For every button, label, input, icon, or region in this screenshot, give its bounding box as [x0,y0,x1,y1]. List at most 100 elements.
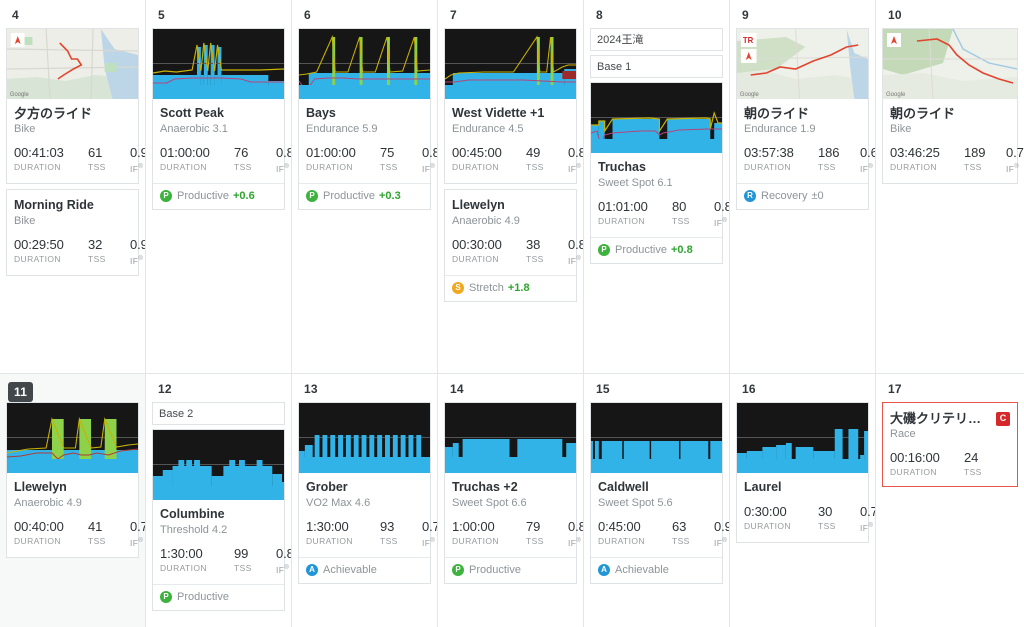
metric-duration: 01:00:00 DURATION [306,145,368,175]
duration-value: 00:30:00 [452,236,502,252]
race-card[interactable]: 大磯クリテリウ… C Race 00:16:00 DURATION 24 TSS [882,402,1018,487]
if-label: IF® [130,537,144,548]
calendar-day-cell[interactable]: 14 Truchas +2 Sweet Spot 6.6 1:00:00 DURATIO… [438,374,584,627]
day-number-label: 10 [888,8,902,22]
workout-title: Bays [306,106,336,120]
calendar-day-cell[interactable]: 11 Llewelyn Anaerobic 4.9 00:40:00 DURATION 4… [0,374,146,627]
tss-value: 63 [672,519,687,534]
calendar-annotation[interactable]: Base 2 [152,402,285,425]
workout-card[interactable]: Bays Endurance 5.9 01:00:00 DURATION 75 TSS 0.… [298,28,437,210]
metric-tss: 76 TSS [234,145,264,175]
metric-tss: 99 TSS [234,546,264,576]
workout-metrics: 00:41:03 DURATION 61 TSS 0.94 IF® [14,145,145,175]
level-label: Achievable [615,563,669,576]
calendar-annotation[interactable]: Base 1 [590,55,723,78]
tss-value: 49 [526,145,541,160]
workout-card[interactable]: Laurel 0:30:00 DURATION 30 TSS 0.78 IF® [736,402,875,543]
day-number: 5 [152,0,285,28]
tss-label: TSS [88,162,106,172]
day-number: 15 [590,374,723,402]
level-label: Stretch [469,281,504,294]
metric-duration: 00:40:00 DURATION [14,519,76,549]
day-number: 12 [152,374,285,402]
workout-card[interactable]: West Vidette +1 Endurance 4.5 00:45:00 DURA… [444,28,583,184]
workout-title-row: Truchas [598,160,715,175]
calendar-day-cell[interactable]: 17 大磯クリテリウ… C Race 00:16:00 DURATION 24 TSS [876,374,1024,627]
day-number-label: 17 [888,382,902,396]
workout-card[interactable]: Google 朝のライド Bike 03:46:25 DURATION 189 TSS 0.7… [882,28,1024,184]
workout-subtitle: VO2 Max 4.6 [306,497,371,509]
calendar-day-cell[interactable]: 7 West Vidette +1 Endurance 4.5 00:45:00 DUR… [438,0,584,373]
metric-if: 0.88 IF® [568,237,583,267]
calendar-day-cell[interactable]: 12 Base 2 Columbine Threshold 4.2 1:30:00 DUR… [146,374,292,627]
workout-title: West Vidette +1 [452,106,545,120]
workout-subtitle: Anaerobic 4.9 [14,497,82,509]
if-label: IF® [714,217,728,228]
workout-card[interactable]: Grober VO2 Max 4.6 1:30:00 DURATION 93 TSS 0.7… [298,402,437,584]
workout-subtitle: Bike [890,123,912,135]
workout-title: 朝のライド [744,106,810,121]
if-label: IF® [130,163,144,174]
workout-subtitle: Bike [14,123,36,135]
calendar-day-cell[interactable]: 6 Bays Endurance 5.9 01:00:00 DURATION 75 TSS 0… [292,0,438,373]
metric-duration: 01:00:00 DURATION [160,145,222,175]
workout-title: Scott Peak [160,106,224,120]
workout-card[interactable]: Google 夕方のライド Bike 00:41:03 DURATION 61 TSS 0.9… [6,28,145,184]
workout-card[interactable]: Llewelyn Anaerobic 4.9 00:40:00 DURATION 41 T… [6,402,145,558]
day-number-label: 14 [450,382,464,396]
workout-card[interactable]: Scott Peak Anaerobic 3.1 01:00:00 DURATION 7… [152,28,291,210]
metric-duration: 00:45:00 DURATION [452,145,514,175]
level-label: Recovery [761,189,808,202]
workout-card[interactable]: Truchas Sweet Spot 6.1 01:01:00 DURATION 80 T… [590,82,729,264]
if-label: IF® [860,522,874,533]
metric-tss: 32 TSS [88,237,118,267]
metric-tss: 189 TSS [964,145,994,175]
day-number: 6 [298,0,431,28]
level-achievable-icon: A [306,563,318,576]
if-value: 0.78 [860,504,875,519]
adaptation-footer: A Achievable [591,556,722,583]
workout-card[interactable]: Columbine Threshold 4.2 1:30:00 DURATION 99 T… [152,429,291,611]
calendar-day-cell[interactable]: 4 Google 夕方のライド Bike 00:41:03 DURATION 61 TSS 0.… [0,0,146,373]
workout-card[interactable]: Morning Ride Bike 00:29:50DURATION 32TSS 0.9… [6,188,145,276]
calendar-day-cell[interactable]: 13 Grober VO2 Max 4.6 1:30:00 DURATION 93 TSS 0… [292,374,438,627]
calendar-day-cell[interactable]: 10 Google 朝のライド Bike 03:46:25 DURATION 189 TSS 0… [876,0,1024,373]
duration-label: DURATION [452,253,499,264]
if-value: 0.78 [130,519,145,534]
level-achievable-icon: A [598,563,610,576]
duration-value: 01:01:00 [598,199,648,214]
anaerobic-chart-thumb [153,29,284,99]
tss-value: 75 [380,145,395,160]
svg-text:Google: Google [10,92,30,98]
metric-if: 0.68 IF® [860,145,875,175]
metric-duration: 1:30:00 DURATION [160,546,222,576]
calendar-annotation[interactable]: 2024王滝 [590,28,723,51]
day-number-label: 16 [742,382,756,396]
tss-value: 80 [672,199,687,214]
duration-label: DURATION [890,162,937,172]
calendar-day-cell[interactable]: 8 2024王滝 Base 1 Truchas Sweet Spot 6.1 01:01:… [584,0,730,373]
workout-card[interactable]: Caldwell Sweet Spot 5.6 0:45:00 DURATION 63 T… [590,402,729,584]
if-label: IF® [714,537,728,548]
duration-label: DURATION [306,162,353,172]
workout-card[interactable]: Truchas +2 Sweet Spot 6.6 1:00:00 DURATION 7… [444,402,583,584]
calendar-day-cell[interactable]: 9 TR Google 朝のライド Endurance 1.9 03:57:38 DURAT… [730,0,876,373]
day-number: 14 [444,374,577,402]
metric-if: 0.81 IF® [276,546,291,576]
duration-label: DURATION [14,536,61,546]
tss-label: TSS [672,536,690,546]
workout-title-row: Truchas +2 [452,480,569,495]
workout-card[interactable]: Llewelyn Anaerobic 4.9 00:30:00 DURATION 38 T… [444,188,583,302]
metric-tss: 186 TSS [818,145,848,175]
workout-title-row: Caldwell [598,480,715,495]
workout-card[interactable]: TR Google 朝のライド Endurance 1.9 03:57:38 DURATI… [736,28,875,210]
calendar-week-row: 4 Google 夕方のライド Bike 00:41:03 DURATION 61 TSS 0.… [0,0,1024,374]
workout-metrics: 01:00:00 DURATION 76 TSS 0.87 IF® [160,145,291,175]
calendar-day-cell[interactable]: 16 Laurel 0:30:00 DURATION 30 TSS 0.78 IF® [730,374,876,627]
calendar-day-cell[interactable]: 15 Caldwell Sweet Spot 5.6 0:45:00 DURATION 6… [584,374,730,627]
workout-title: 夕方のライド [14,106,93,121]
duration-label: DURATION [452,536,499,546]
calendar-day-cell[interactable]: 5 Scott Peak Anaerobic 3.1 01:00:00 DURATION… [146,0,292,373]
level-delta: +0.6 [232,189,255,202]
if-value: 0.87 [276,145,291,160]
